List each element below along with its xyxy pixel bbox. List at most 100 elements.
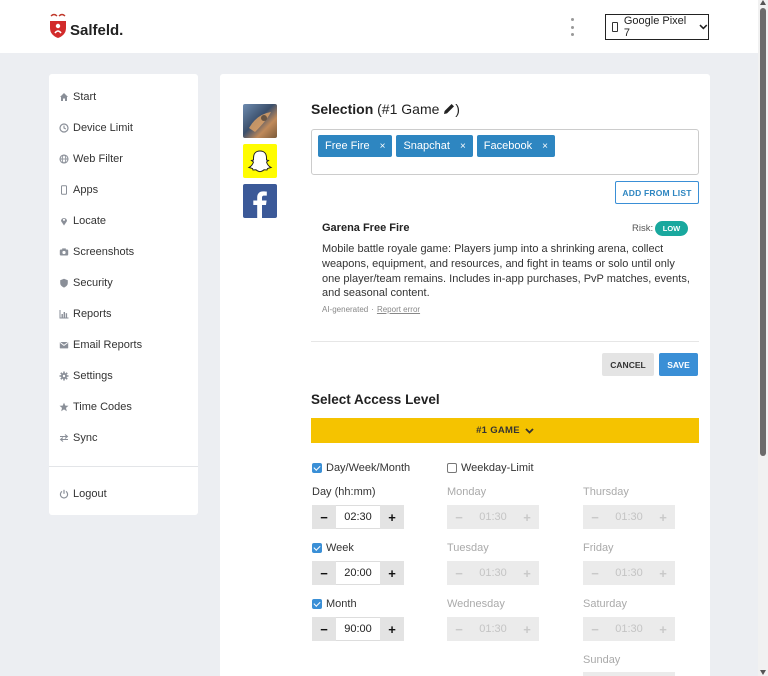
- report-error-link[interactable]: Report error: [377, 305, 420, 314]
- device-selector[interactable]: Google Pixel 7: [605, 14, 709, 40]
- tuesday-label: Tuesday: [447, 542, 489, 554]
- sidebar-item-label: Reports: [73, 308, 112, 320]
- home-icon: [59, 92, 69, 102]
- day-stepper[interactable]: − 02:30 +: [312, 505, 404, 529]
- scroll-down-arrow-icon[interactable]: [760, 670, 766, 675]
- sidebar-item-label: Security: [73, 277, 113, 289]
- add-from-list-button[interactable]: ADD FROM LIST: [615, 181, 699, 204]
- checkbox-unchecked-icon[interactable]: [447, 463, 457, 473]
- chevron-down-icon: [699, 24, 708, 30]
- logo-text: Salfeld.: [70, 21, 124, 39]
- access-level-title: Select Access Level: [311, 392, 440, 407]
- friday-label: Friday: [583, 542, 614, 554]
- sidebar-divider: [49, 466, 198, 467]
- minus-button: −: [447, 617, 471, 641]
- sidebar-item-label: Email Reports: [73, 339, 143, 351]
- monday-value: 01:30: [471, 505, 515, 529]
- thursday-stepper: − 01:30 +: [583, 505, 675, 529]
- sidebar-item-label: Logout: [73, 488, 107, 500]
- chart-icon: [59, 309, 69, 319]
- checkbox-checked-icon[interactable]: [312, 543, 322, 553]
- weekday-limit-checkbox[interactable]: Weekday-Limit: [447, 462, 534, 474]
- checkbox-label: Week: [326, 542, 354, 554]
- sidebar-item-sync[interactable]: Sync: [59, 430, 97, 446]
- plus-button: +: [515, 505, 539, 529]
- month-stepper[interactable]: − 90:00 +: [312, 617, 404, 641]
- sidebar-item-email-reports[interactable]: Email Reports: [59, 337, 142, 353]
- access-level-dropdown[interactable]: #1 GAME: [311, 418, 699, 443]
- friday-stepper: − 01:30 +: [583, 561, 675, 585]
- scroll-up-arrow-icon[interactable]: [760, 0, 766, 5]
- sidebar-item-settings[interactable]: Settings: [59, 368, 113, 384]
- snapchat-app-icon[interactable]: [243, 144, 277, 178]
- week-checkbox[interactable]: Week: [312, 542, 354, 554]
- week-value[interactable]: 20:00: [336, 561, 380, 585]
- day-week-month-checkbox[interactable]: Day/Week/Month: [312, 462, 410, 474]
- plus-button: +: [515, 617, 539, 641]
- sidebar-item-label: Sync: [73, 432, 98, 444]
- minus-button[interactable]: −: [312, 505, 336, 529]
- scrollbar-thumb[interactable]: [760, 8, 766, 456]
- minus-button: [583, 672, 607, 676]
- cancel-button[interactable]: CANCEL: [602, 353, 654, 376]
- week-stepper[interactable]: − 20:00 +: [312, 561, 404, 585]
- sidebar-item-start[interactable]: Start: [59, 89, 96, 105]
- sidebar-item-reports[interactable]: Reports: [59, 306, 112, 322]
- device-name: Google Pixel 7: [623, 15, 687, 39]
- sync-icon: [59, 433, 69, 443]
- tag-label: Facebook: [483, 140, 533, 152]
- salfeld-logo[interactable]: Salfeld.: [48, 13, 123, 39]
- minus-button: −: [583, 561, 607, 585]
- sidebar-item-web-filter[interactable]: Web Filter: [59, 151, 123, 167]
- facebook-app-icon[interactable]: [243, 184, 277, 218]
- sidebar-item-security[interactable]: Security: [59, 275, 113, 291]
- selection-title: Selection (#1 Game ): [311, 101, 460, 117]
- plus-button: +: [651, 617, 675, 641]
- access-level-value: #1 GAME: [476, 425, 520, 436]
- sidebar-item-label: Start: [73, 91, 97, 103]
- wednesday-value: 01:30: [471, 617, 515, 641]
- checkbox-label: Month: [326, 598, 357, 610]
- sidebar-item-label: Time Codes: [73, 401, 132, 413]
- saturday-value: 01:30: [607, 617, 651, 641]
- remove-tag-icon[interactable]: ×: [380, 141, 386, 152]
- plus-button: +: [515, 561, 539, 585]
- sidebar-item-apps[interactable]: Apps: [59, 182, 98, 198]
- plus-button: +: [651, 505, 675, 529]
- plus-button[interactable]: +: [380, 505, 404, 529]
- sidebar-item-screenshots[interactable]: Screenshots: [59, 244, 134, 260]
- day-value[interactable]: 02:30: [336, 505, 380, 529]
- remove-tag-icon[interactable]: ×: [542, 141, 548, 152]
- save-button[interactable]: SAVE: [659, 353, 698, 376]
- app-tags-input[interactable]: Free Fire × Snapchat × Facebook ×: [311, 129, 699, 175]
- sidebar-item-device-limit[interactable]: Device Limit: [59, 120, 133, 136]
- top-bar: Salfeld. Google Pixel 7: [0, 0, 758, 53]
- pencil-icon[interactable]: [443, 103, 455, 115]
- checkbox-checked-icon[interactable]: [312, 463, 322, 473]
- month-value[interactable]: 90:00: [336, 617, 380, 641]
- wednesday-label: Wednesday: [447, 598, 505, 610]
- app-description: Mobile battle royale game: Players jump …: [322, 243, 690, 300]
- minus-button[interactable]: −: [312, 561, 336, 585]
- plus-button: +: [651, 561, 675, 585]
- ai-note-separator: ·: [371, 305, 374, 314]
- monday-label: Monday: [447, 486, 487, 498]
- sidebar-item-time-codes[interactable]: Time Codes: [59, 399, 132, 415]
- plus-button[interactable]: +: [380, 617, 404, 641]
- minus-button[interactable]: −: [312, 617, 336, 641]
- month-checkbox[interactable]: Month: [312, 598, 357, 610]
- plus-button[interactable]: +: [380, 561, 404, 585]
- thursday-value: 01:30: [607, 505, 651, 529]
- sidebar-item-locate[interactable]: Locate: [59, 213, 106, 229]
- free-fire-app-icon[interactable]: [243, 104, 277, 138]
- sidebar-item-label: Locate: [73, 215, 107, 227]
- remove-tag-icon[interactable]: ×: [460, 141, 466, 152]
- selection-title-paren: ): [455, 101, 460, 117]
- minus-button: −: [583, 617, 607, 641]
- saturday-stepper: − 01:30 +: [583, 617, 675, 641]
- kebab-menu-icon[interactable]: [568, 18, 576, 36]
- sidebar-item-logout[interactable]: Logout: [59, 486, 107, 502]
- page-scrollbar[interactable]: [758, 0, 768, 676]
- checkbox-checked-icon[interactable]: [312, 599, 322, 609]
- selection-title-text: Selection: [311, 101, 374, 117]
